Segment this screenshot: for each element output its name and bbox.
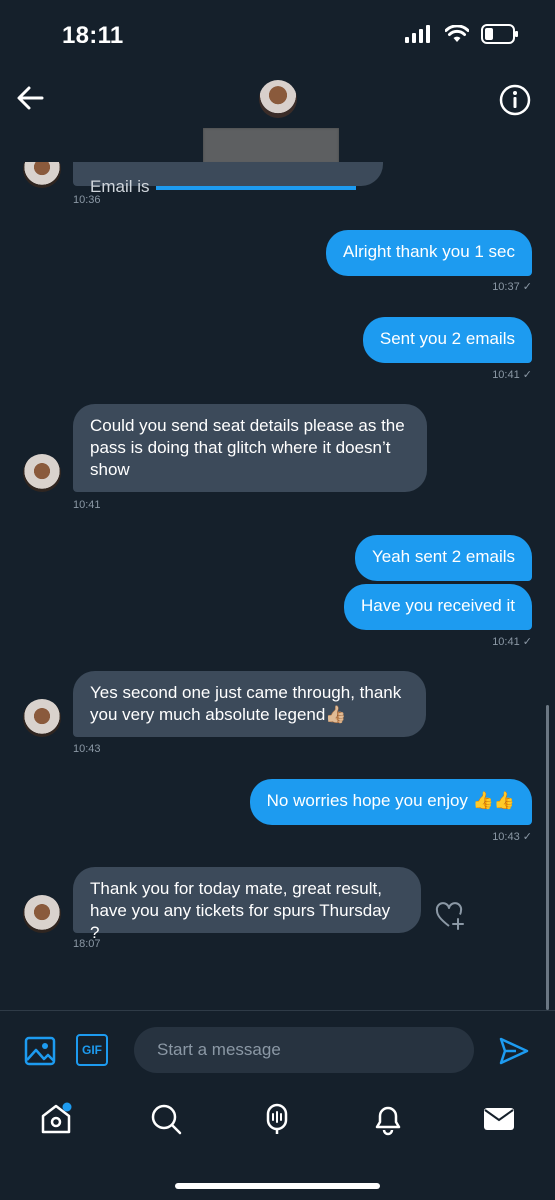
message-bubble-outgoing[interactable]: No worries hope you enjoy 👍👍 bbox=[249, 779, 532, 825]
message-bubble-incoming[interactable]: Yes second one just came through, thank … bbox=[73, 671, 426, 737]
message-timestamp: 10:37 ✓ bbox=[492, 281, 532, 293]
redacted-email-link[interactable] bbox=[155, 185, 356, 190]
mail-icon[interactable] bbox=[482, 1102, 516, 1136]
message-input[interactable] bbox=[134, 1027, 474, 1073]
message-bubble-incoming[interactable]: Email is bbox=[73, 162, 383, 196]
message-bubble-outgoing[interactable]: Alright thank you 1 sec bbox=[326, 230, 532, 276]
message-timestamp: 10:41 ✓ bbox=[492, 369, 532, 381]
contact-avatar[interactable] bbox=[259, 80, 297, 118]
sender-avatar[interactable] bbox=[23, 454, 61, 492]
message-bubble-outgoing[interactable]: Have you received it bbox=[343, 584, 532, 630]
info-icon[interactable] bbox=[499, 84, 531, 116]
gif-icon[interactable]: GIF bbox=[76, 1034, 108, 1066]
battery-icon bbox=[481, 24, 518, 44]
message-thread[interactable]: Email is 10:36 Alright thank you 1 sec 1… bbox=[0, 162, 555, 1010]
sender-avatar[interactable] bbox=[23, 699, 61, 737]
heart-plus-icon[interactable] bbox=[434, 900, 466, 932]
message-bubble-outgoing[interactable]: Yeah sent 2 emails bbox=[354, 535, 532, 581]
message-timestamp: 10:41 bbox=[73, 499, 101, 511]
message-bubble-incoming[interactable]: Thank you for today mate, great result, … bbox=[73, 867, 421, 942]
message-timestamp: 10:43 bbox=[73, 743, 101, 755]
status-time: 18:11 bbox=[62, 22, 124, 49]
message-bubble-incoming[interactable]: Could you send seat details please as th… bbox=[73, 404, 427, 492]
message-bubble-outgoing[interactable]: Sent you 2 emails bbox=[362, 317, 532, 363]
status-icons bbox=[405, 24, 519, 44]
sender-avatar[interactable] bbox=[23, 162, 61, 188]
redacted-contact-name bbox=[203, 128, 339, 164]
home-indicator[interactable] bbox=[175, 1183, 380, 1189]
back-arrow-icon[interactable] bbox=[14, 82, 46, 114]
signal-icon bbox=[405, 25, 430, 43]
message-timestamp: 10:43 ✓ bbox=[492, 831, 532, 843]
message-timestamp: 18:07 bbox=[73, 938, 101, 950]
scrollbar[interactable] bbox=[546, 705, 549, 1010]
spaces-icon[interactable] bbox=[260, 1102, 294, 1136]
send-icon[interactable] bbox=[498, 1035, 530, 1067]
wifi-icon bbox=[445, 25, 469, 42]
status-bar: 18:11 bbox=[0, 0, 555, 72]
sender-avatar[interactable] bbox=[23, 895, 61, 933]
bell-icon[interactable] bbox=[371, 1102, 405, 1136]
message-timestamp: 10:36 bbox=[73, 194, 101, 206]
message-timestamp: 10:41 ✓ bbox=[492, 636, 532, 648]
compose-bar: GIF bbox=[0, 1010, 555, 1089]
home-icon[interactable] bbox=[39, 1102, 73, 1136]
image-icon[interactable] bbox=[24, 1035, 56, 1067]
conversation-header bbox=[0, 72, 555, 164]
search-icon[interactable] bbox=[149, 1102, 183, 1136]
